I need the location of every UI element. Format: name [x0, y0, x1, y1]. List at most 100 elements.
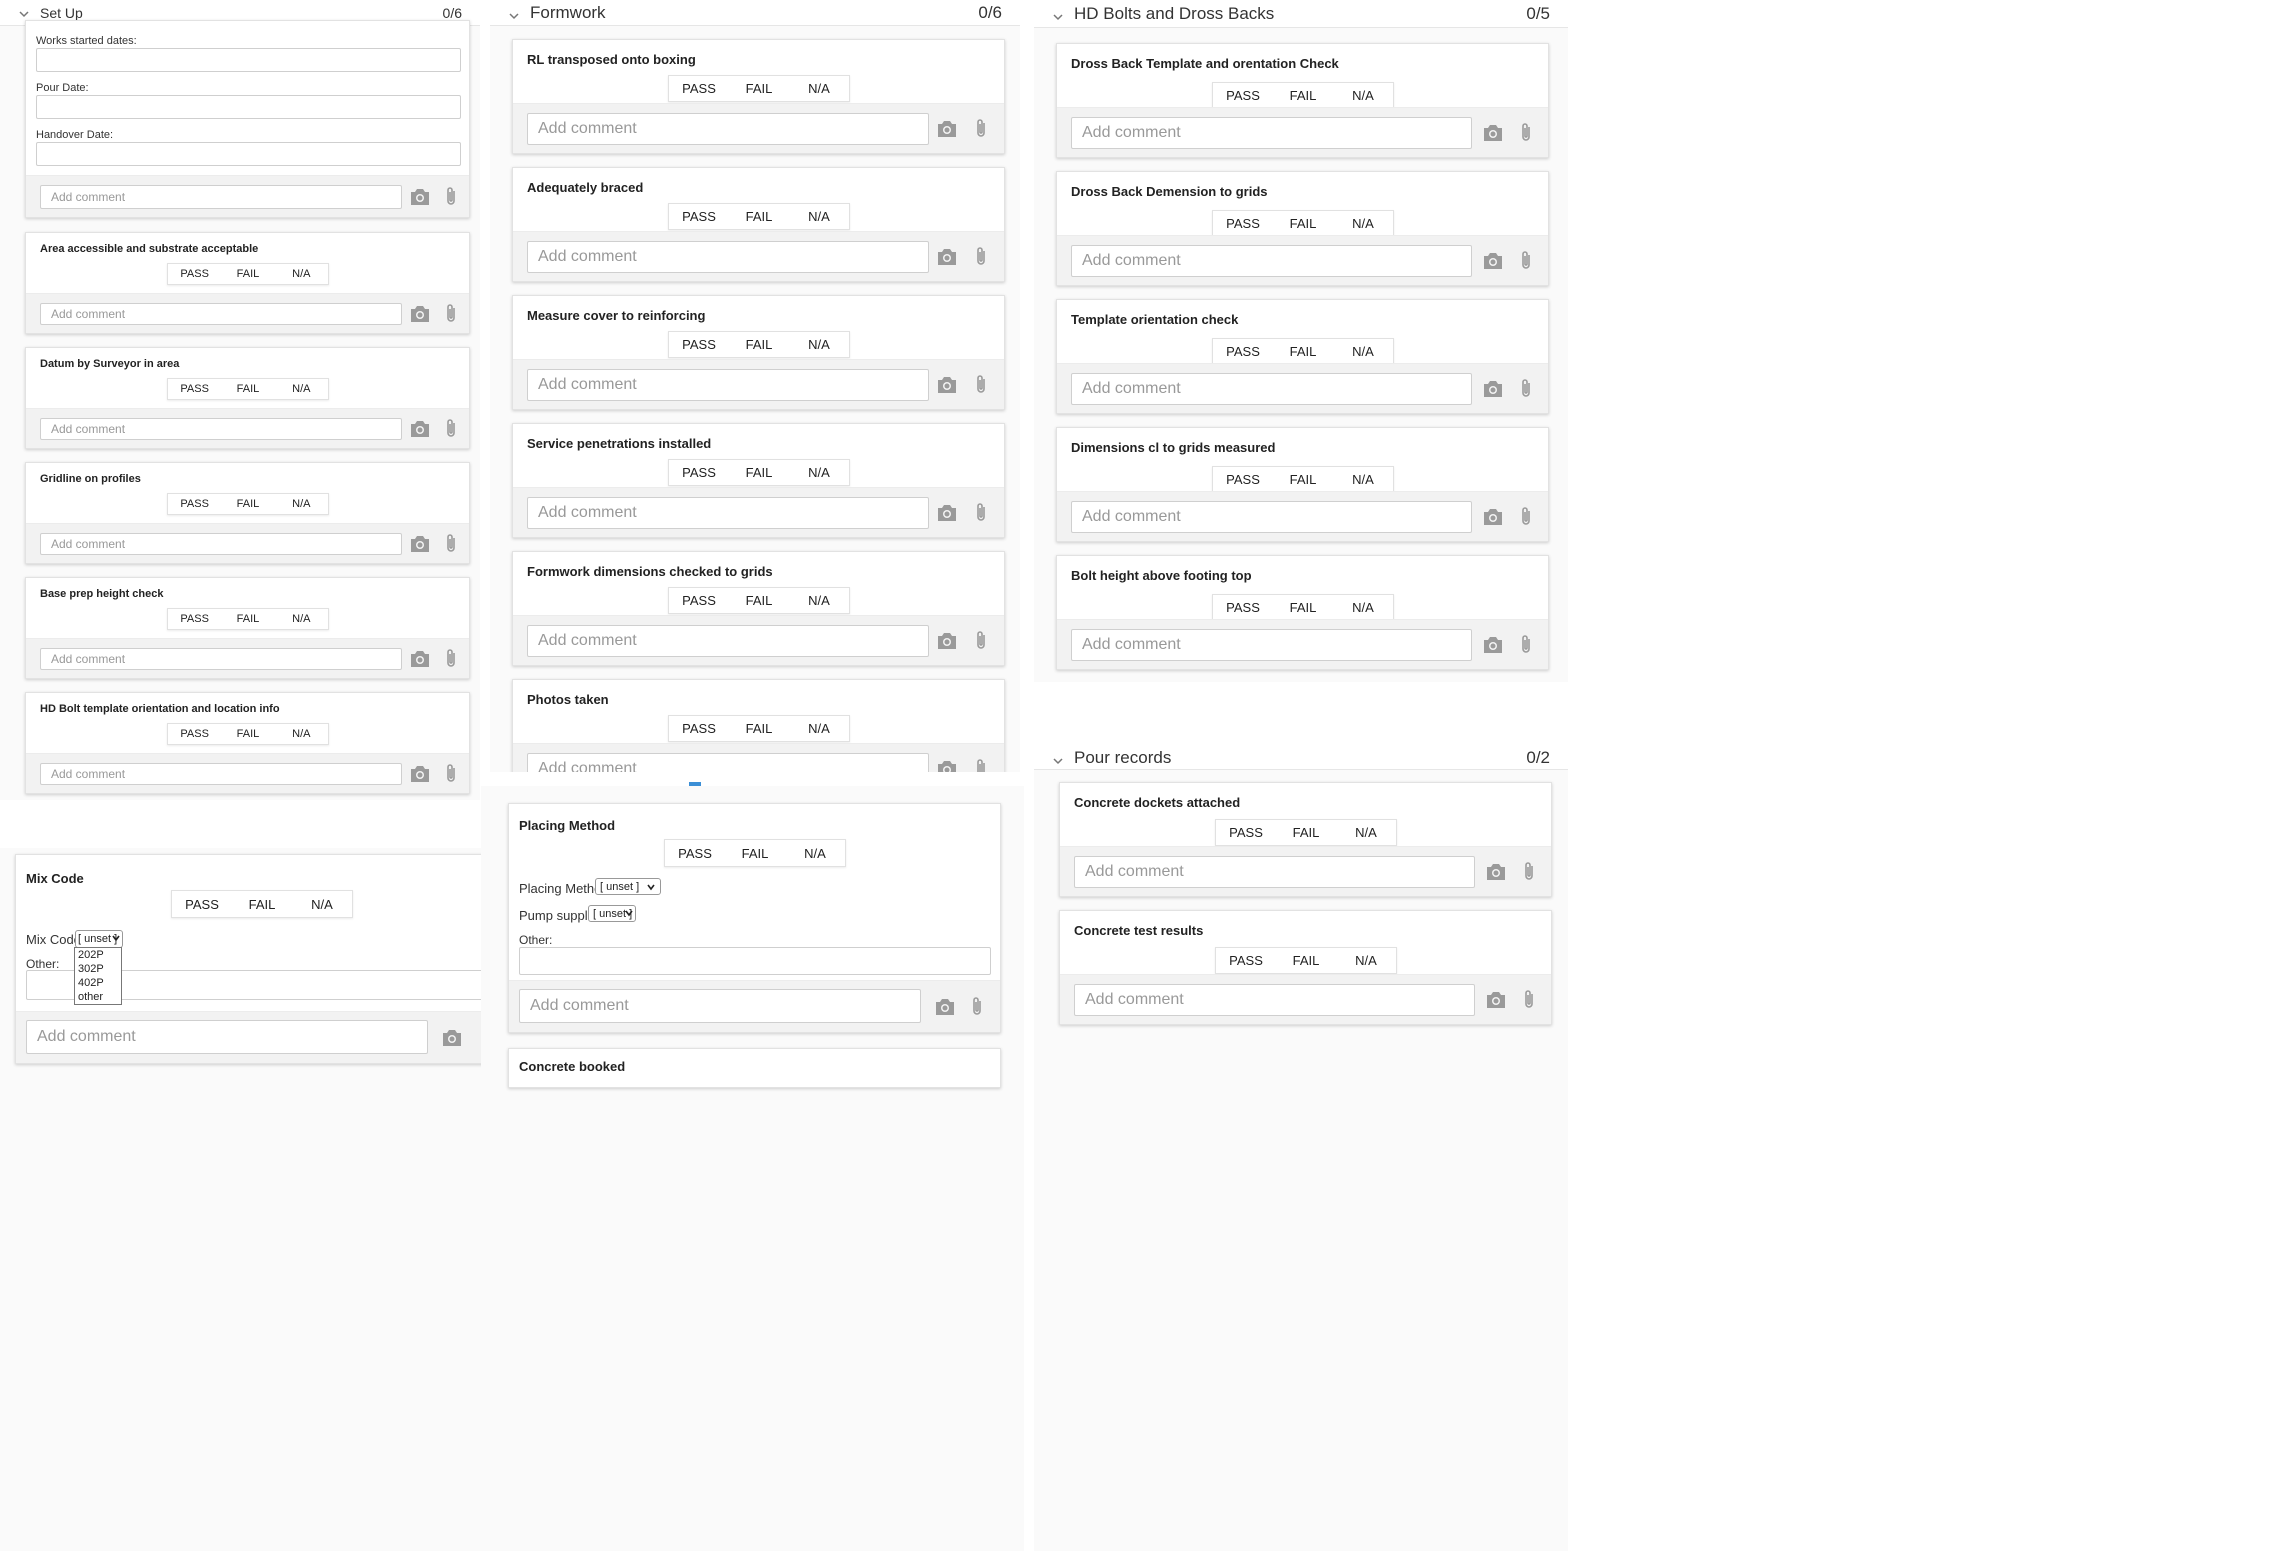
paperclip-icon[interactable]: [969, 373, 993, 397]
na-option[interactable]: N/A: [1333, 595, 1393, 619]
other-input[interactable]: [519, 947, 991, 975]
pass-option[interactable]: PASS: [168, 724, 221, 744]
fail-option[interactable]: FAIL: [1276, 948, 1336, 973]
na-option[interactable]: N/A: [789, 204, 849, 229]
fail-option[interactable]: FAIL: [729, 76, 789, 101]
na-option[interactable]: N/A: [1336, 948, 1396, 973]
pass-option[interactable]: PASS: [1213, 211, 1273, 235]
pass-option[interactable]: PASS: [1216, 948, 1276, 973]
pass-fail-na-toggle[interactable]: PASS FAIL N/A: [171, 890, 353, 918]
pass-option[interactable]: PASS: [669, 204, 729, 229]
pump-supplier-select[interactable]: [ unset ]: [588, 905, 636, 922]
pass-option[interactable]: PASS: [1213, 595, 1273, 619]
pass-option[interactable]: PASS: [669, 716, 729, 741]
pass-fail-na-toggle[interactable]: PASS FAIL N/A: [668, 587, 850, 614]
chevron-down-icon[interactable]: [1052, 752, 1064, 764]
camera-icon[interactable]: [935, 501, 959, 525]
camera-icon[interactable]: [935, 629, 959, 653]
pass-option[interactable]: PASS: [168, 609, 221, 629]
pass-fail-na-toggle[interactable]: PASS FAIL N/A: [668, 715, 850, 742]
dropdown-option[interactable]: 402P: [75, 976, 121, 990]
camera-icon[interactable]: [1481, 377, 1505, 401]
section-header[interactable]: HD Bolts and Dross Backs 0/5: [1034, 0, 1568, 28]
fail-option[interactable]: FAIL: [1273, 595, 1333, 619]
comment-input[interactable]: Add comment: [527, 497, 929, 529]
comment-input[interactable]: Add comment: [1071, 629, 1472, 661]
na-option[interactable]: N/A: [275, 724, 328, 744]
pass-fail-na-toggle[interactable]: PASS FAIL N/A: [668, 331, 850, 358]
paperclip-icon[interactable]: [969, 757, 993, 772]
na-option[interactable]: N/A: [785, 840, 845, 866]
comment-input[interactable]: Add comment: [40, 763, 402, 785]
paperclip-icon[interactable]: [969, 501, 993, 525]
pass-option[interactable]: PASS: [669, 588, 729, 613]
paperclip-icon[interactable]: [439, 532, 463, 556]
comment-input[interactable]: Add comment: [1071, 117, 1472, 149]
camera-icon[interactable]: [933, 995, 957, 1019]
camera-icon[interactable]: [408, 185, 432, 209]
fail-option[interactable]: FAIL: [221, 724, 274, 744]
fail-option[interactable]: FAIL: [221, 264, 274, 284]
pass-fail-na-toggle[interactable]: PASS FAIL N/A: [1212, 338, 1394, 364]
comment-input[interactable]: Add comment: [40, 185, 402, 209]
pass-option[interactable]: PASS: [1213, 467, 1273, 491]
mix-code-select[interactable]: [ unset ]: [75, 930, 123, 948]
camera-icon[interactable]: [935, 373, 959, 397]
paperclip-icon[interactable]: [969, 245, 993, 269]
camera-icon[interactable]: [408, 532, 432, 556]
na-option[interactable]: N/A: [292, 891, 352, 917]
comment-input[interactable]: Add comment: [40, 303, 402, 325]
paperclip-icon[interactable]: [1514, 505, 1538, 529]
pass-option[interactable]: PASS: [168, 494, 221, 514]
na-option[interactable]: N/A: [789, 716, 849, 741]
na-option[interactable]: N/A: [789, 76, 849, 101]
na-option[interactable]: N/A: [275, 609, 328, 629]
na-option[interactable]: N/A: [1333, 339, 1393, 363]
comment-input[interactable]: Add comment: [527, 753, 929, 772]
camera-icon[interactable]: [440, 1026, 464, 1050]
pass-fail-na-toggle[interactable]: PASS FAIL N/A: [1212, 594, 1394, 620]
date-input[interactable]: [36, 48, 461, 72]
na-option[interactable]: N/A: [1333, 467, 1393, 491]
camera-icon[interactable]: [408, 647, 432, 671]
camera-icon[interactable]: [1481, 249, 1505, 273]
fail-option[interactable]: FAIL: [1273, 211, 1333, 235]
camera-icon[interactable]: [935, 757, 959, 772]
na-option[interactable]: N/A: [275, 494, 328, 514]
pass-fail-na-toggle[interactable]: PASS FAIL N/A: [1212, 210, 1394, 236]
mix-code-dropdown[interactable]: 202P 302P 402P other: [74, 947, 122, 1005]
pass-option[interactable]: PASS: [172, 891, 232, 917]
dropdown-option[interactable]: 202P: [75, 948, 121, 962]
pass-option[interactable]: PASS: [1213, 339, 1273, 363]
paperclip-icon[interactable]: [1514, 249, 1538, 273]
fail-option[interactable]: FAIL: [221, 379, 274, 399]
camera-icon[interactable]: [1481, 121, 1505, 145]
pass-option[interactable]: PASS: [168, 264, 221, 284]
fail-option[interactable]: FAIL: [1273, 339, 1333, 363]
comment-input[interactable]: Add comment: [527, 113, 929, 145]
comment-input[interactable]: Add comment: [1071, 373, 1472, 405]
camera-icon[interactable]: [1484, 988, 1508, 1012]
comment-input[interactable]: Add comment: [26, 1020, 428, 1054]
pass-option[interactable]: PASS: [669, 332, 729, 357]
comment-input[interactable]: Add comment: [1074, 856, 1475, 888]
date-input[interactable]: [36, 142, 461, 166]
comment-input[interactable]: Add comment: [40, 418, 402, 440]
camera-icon[interactable]: [408, 417, 432, 441]
pass-option[interactable]: PASS: [669, 460, 729, 485]
section-header[interactable]: Pour records 0/2: [1034, 746, 1568, 770]
fail-option[interactable]: FAIL: [1273, 83, 1333, 107]
pass-fail-na-toggle[interactable]: PASS FAIL N/A: [167, 493, 329, 515]
camera-icon[interactable]: [408, 302, 432, 326]
comment-input[interactable]: Add comment: [527, 241, 929, 273]
pass-fail-na-toggle[interactable]: PASS FAIL N/A: [1215, 819, 1397, 846]
na-option[interactable]: N/A: [1336, 820, 1396, 845]
paperclip-icon[interactable]: [1517, 988, 1541, 1012]
fail-option[interactable]: FAIL: [729, 204, 789, 229]
paperclip-icon[interactable]: [1514, 633, 1538, 657]
paperclip-icon[interactable]: [1514, 121, 1538, 145]
na-option[interactable]: N/A: [275, 379, 328, 399]
pass-option[interactable]: PASS: [669, 76, 729, 101]
camera-icon[interactable]: [935, 245, 959, 269]
dropdown-option[interactable]: 302P: [75, 962, 121, 976]
